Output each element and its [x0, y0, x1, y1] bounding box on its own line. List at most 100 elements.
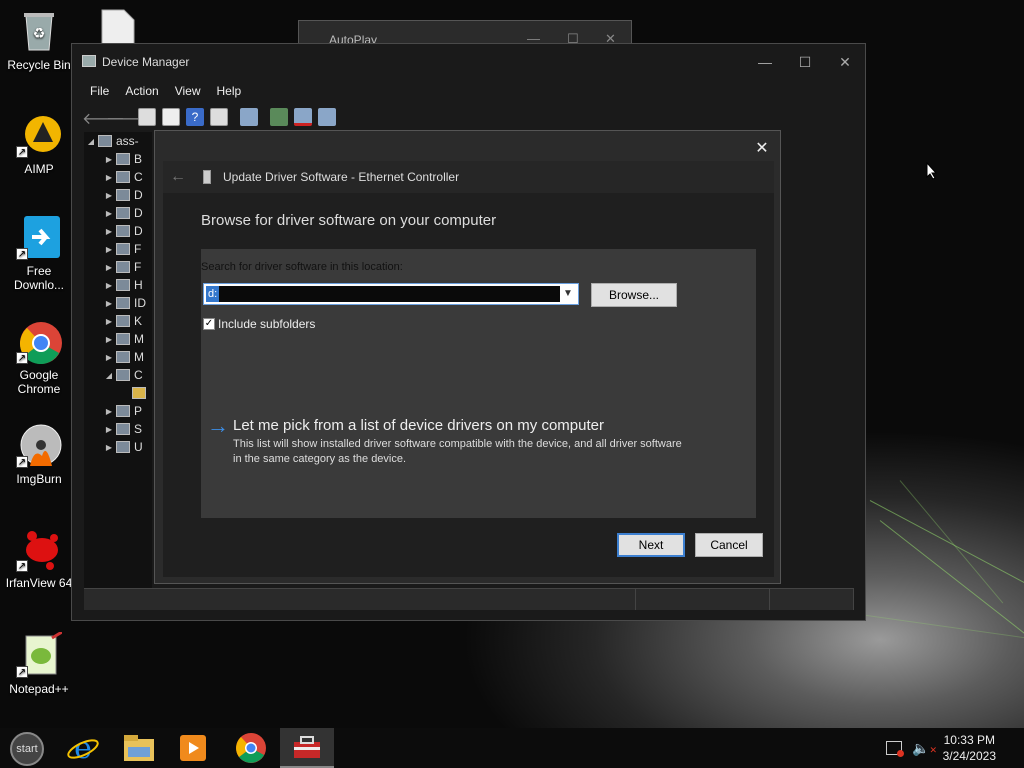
update-driver-icon[interactable] [270, 108, 288, 126]
properties-icon[interactable] [162, 108, 180, 126]
forward-arrow-icon[interactable]: 🡒 [106, 108, 149, 128]
expanded-arrow-icon[interactable]: ◢ [102, 371, 116, 380]
maximize-icon[interactable]: ☐ [785, 44, 825, 80]
tree-category-label: C [134, 170, 143, 184]
pick-from-list-link[interactable]: → Let me pick from a list of device driv… [207, 415, 688, 467]
desktop-icon-recycle-bin[interactable]: ♻ Recycle Bin [0, 8, 78, 72]
desktop-icon-label: Notepad++ [9, 682, 69, 696]
desktop-icon-free-download[interactable]: ↗ Free Downlo... [0, 214, 78, 292]
tree-category[interactable]: ▶ D [102, 186, 143, 204]
desktop-icon-chrome[interactable]: ↗ Google Chrome [0, 318, 78, 396]
title-bar[interactable]: Device Manager — ☐ ✕ [72, 44, 865, 80]
tree-category[interactable]: ▶ B [102, 150, 142, 168]
expand-arrow-icon[interactable]: ▶ [102, 281, 116, 290]
taskbar-internet-explorer[interactable]: e [56, 728, 110, 768]
taskbar-media-player[interactable] [166, 728, 220, 768]
start-button[interactable]: start [10, 732, 44, 766]
taskbar-device-manager[interactable] [280, 728, 334, 768]
view-icon[interactable] [210, 108, 228, 126]
pick-title[interactable]: Let me pick from a list of device driver… [233, 417, 688, 434]
scan-hardware-icon[interactable] [240, 108, 258, 126]
close-icon[interactable]: ✕ [750, 137, 774, 161]
desktop-icon-aimp[interactable]: ↗ AIMP [0, 112, 78, 176]
tree-category[interactable]: ▶ D [102, 204, 143, 222]
shortcut-arrow-icon: ↗ [16, 666, 28, 678]
taskbar: start e 🔈✕ 10:33 PM 3/24/2023 [0, 728, 1024, 768]
browse-button[interactable]: Browse... [591, 283, 677, 307]
include-subfolders-row[interactable]: ✓ Include subfolders [203, 317, 315, 331]
volume-muted-icon[interactable]: 🔈✕ [912, 740, 937, 757]
uninstall-device-icon[interactable] [318, 108, 336, 126]
desktop-icon-irfanview[interactable]: ↗ IrfanView 64 [0, 526, 78, 590]
tree-category[interactable]: ▶ U [102, 438, 143, 456]
tree-category[interactable]: ▶ C [102, 168, 143, 186]
tree-category[interactable]: ▶ ID [102, 294, 146, 312]
disable-device-icon[interactable] [294, 108, 312, 126]
free-download-icon: ↗ [16, 214, 62, 260]
path-input[interactable]: d: [206, 286, 560, 302]
device-manager-icon [82, 55, 96, 67]
expand-arrow-icon[interactable]: ▶ [102, 191, 116, 200]
expand-arrow-icon[interactable]: ▶ [102, 245, 116, 254]
expand-arrow-icon[interactable]: ▶ [102, 443, 116, 452]
expand-arrow-icon[interactable]: ▶ [102, 335, 116, 344]
svg-text:e: e [74, 731, 92, 765]
menu-help[interactable]: Help [209, 80, 250, 102]
include-subfolders-label: Include subfolders [218, 317, 316, 331]
expand-arrow-icon[interactable]: ▶ [102, 407, 116, 416]
tree-category-label: D [134, 188, 143, 202]
cancel-button[interactable]: Cancel [695, 533, 763, 557]
minimize-icon[interactable]: — [745, 44, 785, 80]
path-combobox[interactable]: d: ▼ [203, 283, 579, 305]
expand-arrow-icon[interactable]: ▶ [102, 173, 116, 182]
expand-arrow-icon[interactable]: ▶ [102, 227, 116, 236]
tree-category[interactable]: ▶ F [102, 258, 141, 276]
tree-category[interactable]: ▶ D [102, 222, 143, 240]
update-driver-dialog[interactable]: ✕ ← Update Driver Software - Ethernet Co… [154, 130, 781, 584]
device-tree[interactable]: ◢ ass- ▶ B ▶ C ▶ D ▶ D ▶ D ▶ F ▶ F ▶ H ▶ ID ▶ K ▶ M ▶ M ◢ C ▶ P ▶ S ▶ U [84, 132, 152, 602]
back-arrow-icon[interactable]: 🡐 [82, 108, 125, 128]
menu-file[interactable]: File [82, 80, 117, 102]
expand-arrow-icon[interactable]: ▶ [102, 155, 116, 164]
tree-category[interactable]: ▶ F [102, 240, 141, 258]
help-icon[interactable]: ? [186, 108, 204, 126]
taskbar-chrome[interactable] [224, 728, 278, 768]
tree-category[interactable]: ◢ C [102, 366, 143, 384]
tree-category[interactable]: ▶ K [102, 312, 142, 330]
desktop-icon-imgburn[interactable]: ↗ ImgBurn [0, 422, 78, 486]
menu-view[interactable]: View [167, 80, 209, 102]
mouse-cursor-icon [926, 162, 938, 180]
tree-category[interactable]: ▶ M [102, 330, 144, 348]
chrome-icon: ↗ [16, 318, 62, 365]
chevron-down-icon[interactable]: ▼ [560, 286, 576, 302]
expand-arrow-icon[interactable]: ▶ [102, 209, 116, 218]
page-heading: Browse for driver software on your compu… [201, 212, 497, 229]
expand-arrow-icon[interactable]: ▶ [102, 317, 116, 326]
shortcut-arrow-icon: ↗ [16, 146, 28, 158]
expand-arrow-icon[interactable]: ▶ [102, 425, 116, 434]
show-hide-console-tree-icon[interactable] [138, 108, 156, 126]
include-subfolders-checkbox[interactable]: ✓ [203, 318, 215, 330]
tree-category[interactable]: ▶ H [102, 276, 143, 294]
notepadpp-icon: ↗ [16, 630, 63, 678]
taskbar-file-explorer[interactable] [112, 728, 166, 768]
device-category-icon [116, 243, 130, 255]
desktop-icon-notepadpp[interactable]: ↗ Notepad++ [0, 630, 78, 696]
tree-category[interactable] [118, 384, 150, 402]
clock-date: 3/24/2023 [942, 749, 996, 763]
device-category-icon [116, 297, 130, 309]
expand-arrow-icon[interactable]: ▶ [102, 263, 116, 272]
expand-arrow-icon[interactable]: ▶ [102, 299, 116, 308]
tree-root[interactable]: ◢ ass- [84, 132, 139, 150]
back-arrow-icon[interactable]: ← [163, 168, 193, 186]
action-center-icon[interactable] [886, 741, 904, 757]
tree-category[interactable]: ▶ M [102, 348, 144, 366]
menu-action[interactable]: Action [117, 80, 166, 102]
tree-category[interactable]: ▶ S [102, 420, 142, 438]
device-category-icon [132, 387, 146, 399]
clock[interactable]: 10:33 PM 3/24/2023 [943, 732, 996, 764]
close-icon[interactable]: ✕ [825, 44, 865, 80]
tree-category[interactable]: ▶ P [102, 402, 142, 420]
next-button[interactable]: Next [617, 533, 685, 557]
expand-arrow-icon[interactable]: ▶ [102, 353, 116, 362]
